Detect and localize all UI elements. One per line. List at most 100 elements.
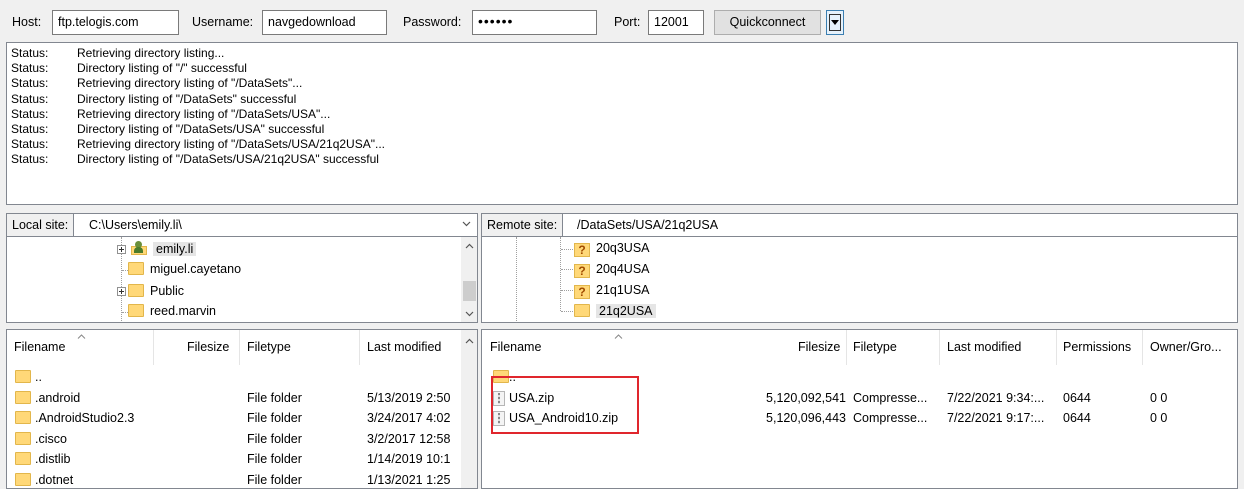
column-filetype[interactable]: Filetype <box>853 330 897 365</box>
quickconnect-button[interactable]: Quickconnect <box>714 10 821 35</box>
file-name: .AndroidStudio2.3 <box>35 411 135 425</box>
file-row[interactable]: .. <box>7 367 461 387</box>
remote-tree-item-20q4[interactable]: ? 20q4USA <box>574 259 650 280</box>
file-owner-group: 0 0 <box>1150 411 1168 425</box>
column-permissions[interactable]: Permissions <box>1063 330 1131 365</box>
port-input[interactable]: 12001 <box>648 10 704 35</box>
chevron-down-icon <box>831 20 839 25</box>
file-type: File folder <box>247 472 302 487</box>
chevron-up-icon[interactable] <box>465 338 474 344</box>
file-row[interactable]: .AndroidStudio2.3 File folder 3/24/2017 4:… <box>7 408 461 428</box>
file-last-modified: 1/14/2019 10:1 <box>367 452 451 466</box>
log-message: Directory listing of "/DataSets/USA/21q2… <box>77 152 379 167</box>
file-owner-group: 0 0 <box>1150 390 1168 405</box>
file-name: .. <box>35 370 42 384</box>
remote-tree-item-21q1[interactable]: ? 21q1USA <box>574 280 650 301</box>
file-name: .cisco <box>35 431 67 446</box>
column-separator <box>359 330 360 365</box>
file-row[interactable]: .cisco File folder 3/2/2017 12:58 <box>7 429 461 449</box>
scrollbar-thumb[interactable] <box>463 281 476 301</box>
local-site-bar: Local site: C:\Users\emily.li\ <box>6 213 478 237</box>
sort-ascending-icon <box>77 334 86 339</box>
log-message: Retrieving directory listing of "/DataSe… <box>77 137 385 152</box>
sort-ascending-icon <box>614 334 623 339</box>
chevron-down-icon[interactable] <box>462 219 471 228</box>
file-type: File folder <box>247 411 302 425</box>
folder-icon <box>128 304 144 317</box>
column-owner-group[interactable]: Owner/Gro... <box>1150 330 1222 365</box>
folder-icon <box>15 452 31 465</box>
unknown-folder-icon: ? <box>574 285 590 299</box>
user-folder-icon <box>131 241 147 255</box>
folder-icon <box>15 472 31 486</box>
quickconnect-dropdown-button[interactable] <box>826 10 844 35</box>
log-message: Directory listing of "/DataSets" success… <box>77 91 297 106</box>
file-name: .android <box>35 390 81 405</box>
local-tree-scrollbar[interactable] <box>461 237 477 322</box>
expand-icon[interactable] <box>117 287 126 296</box>
column-last-modified[interactable]: Last modified <box>947 330 1021 365</box>
folder-icon <box>574 304 590 317</box>
file-row[interactable]: .dotnet File folder 1/13/2021 1:25 <box>7 470 461 489</box>
file-last-modified: 7/22/2021 9:17:... <box>947 411 1045 425</box>
log-entry: Status: Retrieving directory listing... <box>11 46 1233 61</box>
log-entry: Status: Directory listing of "/" successf… <box>11 61 1233 76</box>
file-size: 5,120,096,443 <box>766 411 846 425</box>
local-tree-item-reed[interactable]: reed.marvin <box>128 301 216 322</box>
password-input[interactable]: •••••• <box>472 10 597 35</box>
log-status-label: Status: <box>11 91 49 106</box>
folder-icon <box>15 390 31 404</box>
tree-line <box>561 311 573 312</box>
log-message: Retrieving directory listing of "/DataSe… <box>77 106 331 121</box>
column-last-modified[interactable]: Last modified <box>367 330 441 365</box>
log-entry: Status: Retrieving directory listing of "… <box>11 107 1233 122</box>
chevron-up-icon[interactable] <box>465 243 474 249</box>
highlight-box <box>491 376 639 434</box>
tree-item-label: reed.marvin <box>150 304 216 318</box>
folder-icon <box>15 431 31 445</box>
file-permissions: 0644 <box>1063 411 1091 425</box>
log-status-label: Status: <box>11 61 49 76</box>
log-status-label: Status: <box>11 106 49 121</box>
local-tree-item-emily[interactable]: emily.li <box>131 239 197 260</box>
file-type: File folder <box>247 390 302 405</box>
remote-site-label: Remote site: <box>482 214 564 236</box>
local-list-scrollbar[interactable] <box>461 330 477 488</box>
file-last-modified: 1/13/2021 1:25 <box>367 472 451 487</box>
column-filesize[interactable]: Filesize <box>798 330 840 365</box>
tree-item-label: 20q3USA <box>596 241 650 255</box>
folder-icon <box>15 411 31 424</box>
file-row[interactable]: .android File folder 5/13/2019 2:50 <box>7 388 461 408</box>
remote-tree-item-21q2[interactable]: 21q2USA <box>574 301 656 322</box>
log-message: Directory listing of "/DataSets/USA" suc… <box>77 121 325 136</box>
column-separator <box>846 330 847 365</box>
remote-site-path[interactable]: /DataSets/USA/21q2USA <box>577 218 718 232</box>
unknown-folder-icon: ? <box>574 264 590 278</box>
chevron-down-icon[interactable] <box>465 311 474 317</box>
column-filetype[interactable]: Filetype <box>247 330 291 365</box>
local-tree-item-miguel[interactable]: miguel.cayetano <box>128 259 241 280</box>
remote-directory-tree: ? 20q3USA ? 20q4USA ? 21q1USA 21q2USA <box>481 237 1238 323</box>
local-tree-item-public[interactable]: Public <box>128 281 184 302</box>
log-entry: Status: Retrieving directory listing of "… <box>11 137 1233 152</box>
column-filesize[interactable]: Filesize <box>187 330 229 365</box>
file-size: 5,120,092,541 <box>766 390 846 405</box>
column-separator <box>153 330 154 365</box>
file-name: .dotnet <box>35 472 74 487</box>
remote-tree-item-20q3[interactable]: ? 20q3USA <box>574 238 650 259</box>
file-row[interactable]: .distlib File folder 1/14/2019 10:1 <box>7 449 461 469</box>
expand-icon[interactable] <box>117 245 126 254</box>
file-name: .distlib <box>35 452 71 466</box>
local-file-list: Filename Filesize Filetype Last modified… <box>6 329 478 489</box>
tree-line <box>561 249 573 250</box>
file-type: Compresse... <box>853 390 928 405</box>
message-log[interactable]: Status: Retrieving directory listing... St… <box>6 42 1238 205</box>
column-filename[interactable]: Filename <box>14 330 65 365</box>
username-input[interactable]: navgedownload <box>262 10 387 35</box>
log-status-label: Status: <box>11 152 49 167</box>
local-site-path[interactable]: C:\Users\emily.li\ <box>89 218 182 232</box>
column-filename[interactable]: Filename <box>490 330 541 365</box>
log-status-label: Status: <box>11 121 49 136</box>
log-entry: Status: Directory listing of "/DataSets" … <box>11 92 1233 107</box>
host-input[interactable]: ftp.telogis.com <box>52 10 179 35</box>
